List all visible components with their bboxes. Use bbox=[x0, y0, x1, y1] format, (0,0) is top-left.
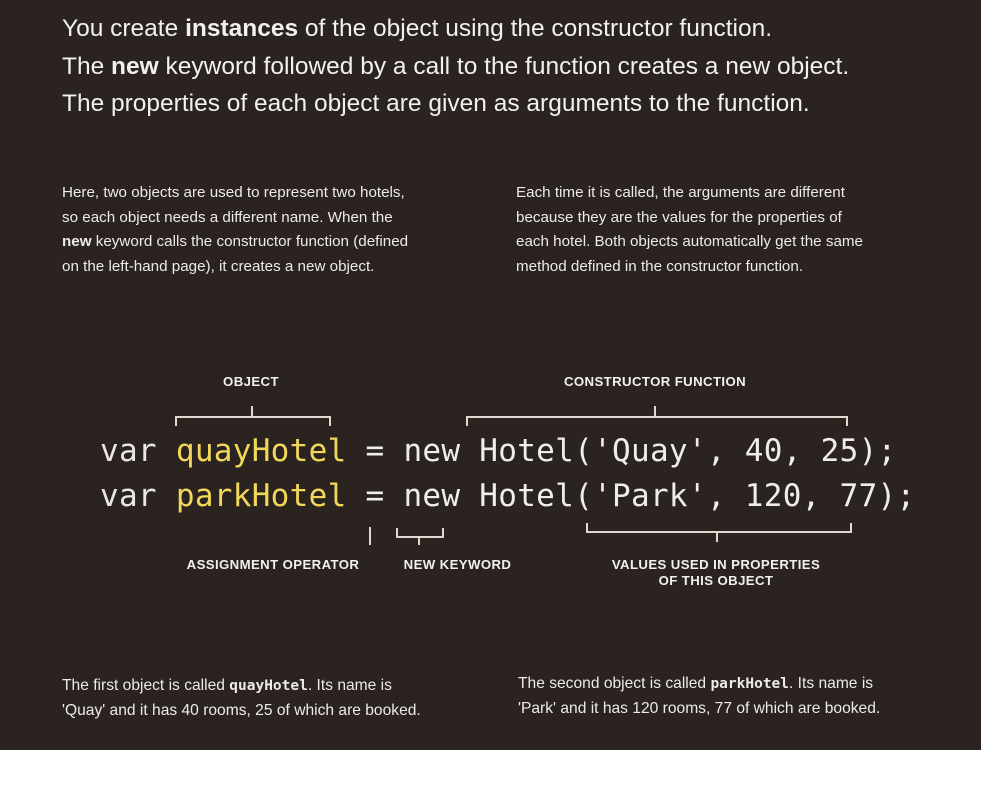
variable-parkHotel: parkHotel bbox=[175, 478, 347, 514]
assignment-operator-marker bbox=[369, 527, 371, 545]
intro-line-2: The new keyword followed by a call to th… bbox=[62, 52, 850, 80]
intro-term-instances: instances bbox=[185, 15, 299, 42]
intro-line-3: The properties of each object are given … bbox=[62, 90, 810, 117]
caption-parkHotel: The second object is called parkHotel. I… bbox=[518, 675, 881, 717]
new-keyword-bracket bbox=[396, 528, 444, 538]
intro-line-1: You create instances of the object using… bbox=[62, 15, 773, 42]
left-paragraph: Here, two objects are used to represent … bbox=[62, 184, 409, 275]
caption-quayHotel: The first object is called quayHotel. It… bbox=[62, 677, 421, 719]
book-page: You create instances of the object using… bbox=[0, 0, 981, 750]
new-keyword-bracket-tick bbox=[418, 537, 420, 545]
intro-term-new: new bbox=[111, 52, 159, 80]
right-paragraph: Each time it is called, the arguments ar… bbox=[516, 184, 863, 275]
new-keyword-label: NEW KEYWORD bbox=[403, 557, 512, 572]
values-label: VALUES USED IN PROPERTIES OF THIS OBJECT bbox=[611, 557, 821, 588]
constructor-function-label: CONSTRUCTOR FUNCTION bbox=[563, 374, 747, 389]
constructor-bracket bbox=[466, 416, 848, 426]
values-bracket bbox=[586, 523, 852, 533]
code-line-park: var parkHotel = new Hotel('Park', 120, 7… bbox=[100, 478, 916, 514]
values-bracket-tick bbox=[716, 532, 718, 542]
object-bracket bbox=[175, 416, 331, 426]
variable-quayHotel: quayHotel bbox=[175, 433, 347, 469]
intro-text: You create instances of the object using… bbox=[62, 10, 962, 123]
assignment-operator-label: ASSIGNMENT OPERATOR bbox=[186, 557, 360, 572]
constructor-bracket-tick bbox=[654, 406, 656, 416]
object-bracket-tick bbox=[251, 406, 253, 416]
object-label: OBJECT bbox=[223, 374, 279, 389]
code-line-quay: var quayHotel = new Hotel('Quay', 40, 25… bbox=[100, 433, 897, 469]
